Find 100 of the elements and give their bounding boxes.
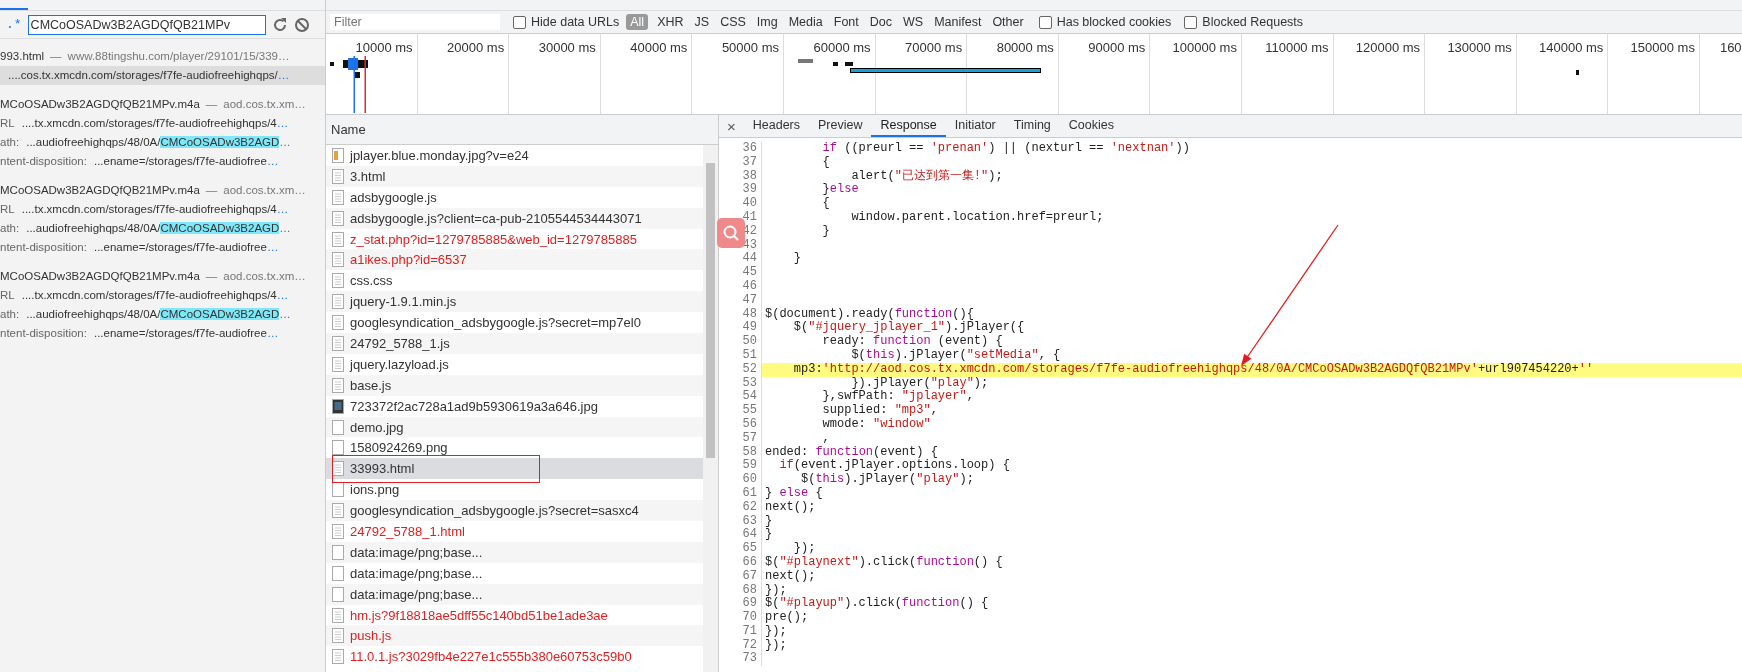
request-name: 723372f2ac728a1ad9b5930619a3a646.jpg	[350, 398, 598, 414]
code-line: } else {	[764, 486, 824, 501]
request-row[interactable]: demo.jpg	[326, 416, 703, 438]
line-number: 66	[719, 555, 762, 570]
tab[interactable]: Cookies	[1059, 115, 1123, 137]
code-line: });	[764, 624, 788, 639]
checkbox[interactable]	[1184, 15, 1198, 29]
scrollbar[interactable]	[703, 145, 718, 672]
time-tick-label: 140000 ms	[1539, 40, 1604, 55]
request-row[interactable]: adsbygoogle.js?client=ca-pub-2105544534443071	[326, 207, 703, 229]
checkbox[interactable]	[1038, 15, 1052, 29]
type-filter-button[interactable]: XHR	[655, 14, 686, 30]
match-row[interactable]: ntent-disposition: ...ename=/storages/f7fe-audiofree…	[0, 238, 325, 257]
line-number: 65	[719, 542, 762, 556]
line-number: 69	[719, 597, 762, 612]
line-number: 50	[719, 335, 762, 349]
result-file-name: MCoOSADw3B2AGDQfQB21MPv.m4a	[0, 183, 200, 198]
tab[interactable]: Initiator	[945, 115, 1005, 137]
request-name: 24792_5788_1.html	[350, 523, 465, 539]
type-filter-button[interactable]: CSS	[718, 14, 748, 30]
line-number: 68	[719, 583, 762, 598]
line-number: 70	[719, 611, 762, 625]
column-header[interactable]: Name	[326, 115, 718, 145]
request-name: googlesyndication_adsbygoogle.js?secret=sasxc4	[350, 503, 639, 519]
type-filter-button[interactable]: Manifest	[932, 14, 984, 30]
match-row[interactable]: ntent-disposition: ...ename=/storages/f7fe-audiofree…	[0, 152, 325, 171]
match-row[interactable]: RL ....tx.xmcdn.com/storages/f7fe-audiofreehighqps/4…	[0, 114, 325, 133]
request-row[interactable]: a1ikes.php?id=6537	[326, 249, 703, 271]
request-row[interactable]: data:image/png;base...	[326, 541, 703, 563]
type-filter-button[interactable]: JS	[692, 14, 712, 30]
code-line: });	[764, 638, 788, 653]
type-filter-button[interactable]: Img	[754, 14, 780, 30]
request-name: css.css	[350, 273, 393, 289]
checkbox[interactable]	[513, 15, 526, 29]
search-icon	[722, 224, 740, 242]
tab[interactable]: Preview	[809, 115, 872, 137]
request-name: data:image/png;base...	[350, 544, 483, 560]
file-icon	[332, 628, 344, 644]
time-tick-label: 70000 ms	[905, 40, 963, 55]
result-file-name: 993.html	[0, 49, 45, 64]
type-filter-button[interactable]: WS	[901, 14, 926, 30]
request-row[interactable]: push.js	[326, 625, 703, 647]
separator: —	[205, 183, 218, 198]
tab[interactable]: Timing	[1004, 115, 1060, 137]
tab[interactable]: Headers	[743, 115, 809, 137]
request-name: push.js	[350, 628, 392, 644]
refresh-icon[interactable]	[271, 16, 288, 33]
code-line: $("#playup").click(function() {	[764, 597, 990, 611]
code-line: ready: function (event) {	[821, 335, 1004, 349]
request-name: adsbygoogle.js?client=ca-pub-2105544534443071	[350, 210, 642, 226]
code-line: }	[764, 514, 774, 528]
line-number: 58	[719, 445, 762, 460]
request-row[interactable]: data:image/png;base...	[326, 583, 703, 605]
code-line: ,	[821, 431, 831, 446]
request-name: jplayer.blue.monday.jpg?v=e24	[350, 147, 529, 163]
search-field[interactable]: CMCoOSADw3B2AGDQfQB21MPv	[27, 14, 266, 35]
line-number: 40	[719, 197, 762, 211]
checkbox-label: Has blocked cookies	[1056, 15, 1172, 29]
request-name: 33993.html	[350, 461, 415, 477]
request-name: data:image/png;base...	[350, 565, 483, 581]
time-tick-label: 20000 ms	[447, 40, 505, 55]
match-row[interactable]: ....cos.tx.xmcdn.com/storages/f7fe-audiofreehighqps/…	[0, 66, 325, 85]
type-filter-button[interactable]: Media	[786, 14, 825, 30]
filter-field[interactable]: Filter	[330, 14, 500, 30]
regex-toggle[interactable]: .*	[0, 17, 22, 32]
file-icon	[332, 252, 344, 268]
time-tick-label: 40000 ms	[630, 40, 688, 55]
type-filter-button[interactable]: Other	[990, 14, 1026, 30]
code-line: {	[821, 155, 831, 170]
image-file-icon	[332, 398, 344, 414]
line-number: 67	[719, 569, 762, 584]
request-row[interactable]: 33993.html	[326, 458, 703, 480]
code-line: supplied: "mp3",	[821, 404, 939, 418]
result-file-name: MCoOSADw3B2AGDQfQB21MPv.m4a	[0, 97, 200, 112]
match-row[interactable]: RL ....tx.xmcdn.com/storages/f7fe-audiofreehighqps/4…	[0, 286, 325, 305]
request-row[interactable]: jquery-1.9.1.min.js	[326, 291, 703, 313]
time-tick-label: 160	[1719, 40, 1742, 55]
code-line: $(document).ready(function(){	[764, 307, 975, 321]
request-row[interactable]: googlesyndication_adsbygoogle.js?secret=sasxc4	[326, 500, 703, 522]
request-row[interactable]: 24792_5788_1.js	[326, 333, 703, 354]
code-line: next();	[764, 500, 817, 515]
type-filter-button[interactable]: Font	[831, 14, 861, 30]
match-row[interactable]: RL ....tx.xmcdn.com/storages/f7fe-audiofreehighqps/4…	[0, 200, 325, 219]
request-row[interactable]: 3.html	[326, 165, 703, 187]
time-tick-label: 120000 ms	[1355, 40, 1421, 55]
file-icon	[332, 419, 344, 435]
clear-icon[interactable]	[293, 16, 310, 33]
request-row[interactable]: base.js	[326, 374, 703, 396]
line-number: 39	[719, 183, 762, 198]
code-line: }	[764, 528, 774, 543]
type-filter-button[interactable]: Doc	[867, 14, 894, 30]
request-name: jquery.lazyload.js	[350, 356, 449, 372]
close-button[interactable]: ×	[719, 115, 744, 137]
code-line: window.parent.location.href=preurl;	[850, 211, 1105, 225]
file-icon	[332, 649, 344, 665]
match-row[interactable]: ntent-disposition: ...ename=/storages/f7fe-audiofree…	[0, 324, 325, 343]
tab[interactable]: Response	[871, 115, 946, 137]
request-name: 1580924269.png	[350, 440, 448, 456]
request-name: 3.html	[350, 168, 386, 184]
code-line: },swfPath: "jplayer",	[821, 390, 975, 404]
